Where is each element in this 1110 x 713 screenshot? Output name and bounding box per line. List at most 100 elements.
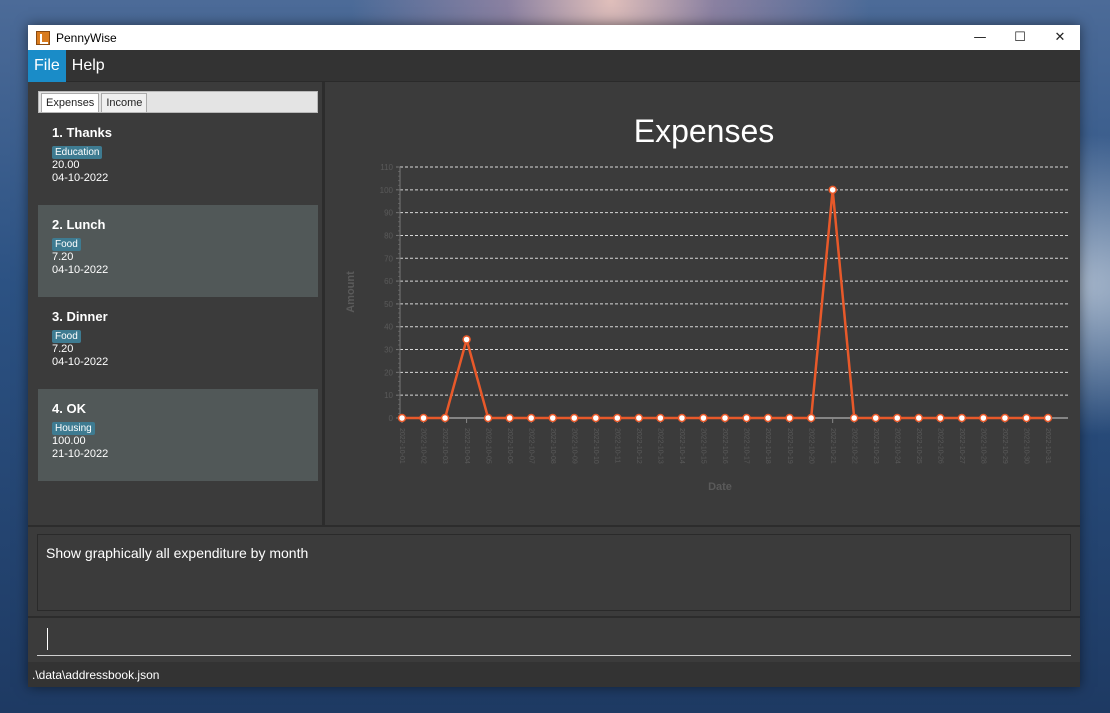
data-point (893, 413, 902, 423)
x-axis-label: Date (708, 481, 732, 493)
list-item[interactable]: 2. Lunch Food 7.20 04-10-2022 (38, 205, 318, 297)
data-point (871, 413, 880, 423)
chart-title: Expenses (634, 113, 775, 149)
x-tick-label: 2022-10-24 (893, 428, 900, 464)
status-bar: .\data\addressbook.json (28, 662, 1080, 687)
data-point (505, 413, 514, 423)
data-point (720, 413, 730, 423)
title-bar[interactable]: PennyWise — ☐ ✕ (28, 25, 1080, 50)
list-item[interactable]: 4. OK Housing 100.00 21-10-2022 (38, 389, 318, 481)
command-box (28, 616, 1080, 662)
app-logo-icon (36, 30, 50, 45)
entry-title: 1. Thanks (52, 125, 112, 140)
entry-tag: Food (52, 330, 81, 343)
data-point (785, 413, 794, 423)
list-item[interactable]: 3. Dinner Food 7.20 04-10-2022 (38, 297, 318, 389)
x-tick-label: 2022-10-22 (850, 428, 857, 464)
data-point (763, 413, 773, 423)
entry-amount: 7.20 (52, 251, 74, 263)
data-point (1000, 413, 1010, 423)
tab-expenses[interactable]: Expenses (41, 93, 100, 112)
minimize-button[interactable]: — (960, 25, 1000, 50)
entry-tag: Food (52, 238, 81, 251)
status-file-path: .\data\addressbook.json (32, 667, 160, 682)
x-tick-label: 2022-10-25 (915, 428, 922, 464)
entry-title: 2. Lunch (52, 217, 106, 232)
data-point (634, 413, 644, 423)
entry-title: 3. Dinner (52, 309, 108, 324)
data-point (1043, 413, 1053, 423)
data-point (677, 413, 687, 423)
tab-income[interactable]: Income (101, 93, 148, 112)
x-tick-label: 2022-10-20 (807, 428, 814, 464)
x-tick-label: 2022-10-31 (1044, 428, 1051, 464)
data-point (742, 413, 751, 423)
data-point (957, 413, 967, 423)
y-tick-label: 50 (384, 300, 393, 309)
data-point (526, 413, 536, 423)
x-tick-label: 2022-10-28 (980, 428, 987, 464)
data-point (936, 413, 945, 423)
data-point (613, 413, 622, 423)
x-tick-label: 2022-10-02 (420, 428, 427, 464)
y-tick-label: 30 (384, 346, 393, 355)
entry-list-panel: Expenses Income 1. Thanks Education 20.0… (28, 82, 325, 525)
entry-amount: 20.00 (52, 159, 80, 171)
entry-date: 21-10-2022 (52, 448, 109, 460)
data-point (699, 413, 708, 423)
command-input[interactable] (37, 622, 1071, 656)
result-box-inner[interactable]: Show graphically all expenditure by mont… (37, 534, 1071, 611)
x-tick-label: 2022-10-16 (721, 428, 728, 464)
x-tick-label: 2022-10-23 (872, 428, 879, 464)
expenses-line-chart: Expenses 0 10 20 30 40 50 60 70 80 90 100 110 Amount 2… (345, 113, 1068, 493)
data-point (656, 413, 665, 423)
y-axis-label: Amount (345, 271, 357, 313)
maximize-button[interactable]: ☐ (1000, 25, 1040, 50)
menu-help[interactable]: Help (66, 50, 111, 82)
menu-file[interactable]: File (28, 49, 66, 82)
entry-title: 4. OK (52, 401, 86, 416)
data-point (849, 413, 859, 423)
x-tick-label: 2022-10-06 (506, 428, 513, 464)
x-tick-label: 2022-10-14 (678, 428, 685, 464)
entry-date: 04-10-2022 (52, 172, 109, 184)
data-point (828, 185, 837, 195)
data-point (979, 413, 988, 423)
list-item[interactable]: 1. Thanks Education 20.00 04-10-2022 (38, 113, 318, 205)
y-tick-label: 100 (380, 186, 394, 195)
x-tick-label: 2022-10-21 (829, 428, 836, 464)
x-tick-label: 2022-10-26 (936, 428, 943, 464)
data-point (914, 413, 924, 423)
window-title: PennyWise (56, 30, 117, 45)
x-tick-label: 2022-10-03 (441, 428, 448, 464)
chart-panel: Expenses 0 10 20 30 40 50 60 70 80 90 100 110 Amount 2… (328, 82, 1080, 525)
app-window: PennyWise — ☐ ✕ File Help Expenses Incom… (28, 25, 1080, 687)
x-tick-label: 2022-10-19 (786, 428, 793, 464)
menu-bar: File Help (28, 49, 1080, 82)
window-controls: — ☐ ✕ (960, 25, 1080, 50)
x-tick-label: 2022-10-27 (958, 428, 965, 464)
y-tick-label: 40 (384, 323, 393, 332)
y-tick-label: 0 (389, 414, 394, 423)
data-point (1022, 413, 1031, 423)
close-button[interactable]: ✕ (1040, 25, 1080, 50)
x-tick-label: 2022-10-04 (463, 428, 470, 464)
result-display: Show graphically all expenditure by mont… (28, 525, 1080, 614)
y-tick-label: 90 (384, 209, 393, 218)
data-point (806, 413, 816, 423)
x-tick-label: 2022-10-09 (570, 428, 577, 464)
y-tick-label: 80 (384, 231, 393, 240)
x-tick-label: 2022-10-07 (527, 428, 534, 464)
x-tick-label: 2022-10-13 (657, 428, 664, 464)
y-tick-label: 20 (384, 368, 393, 377)
entry-amount: 100.00 (52, 435, 86, 447)
x-tick-label: 2022-10-18 (764, 428, 771, 464)
x-tick-label: 2022-10-01 (398, 428, 405, 464)
x-tick-label: 2022-10-12 (635, 428, 642, 464)
x-tick-label: 2022-10-10 (592, 428, 599, 464)
y-tick-label: 70 (384, 254, 393, 263)
main-area: Expenses Income 1. Thanks Education 20.0… (28, 82, 1080, 525)
data-point (483, 413, 493, 423)
data-point (397, 413, 407, 423)
entry-list: 1. Thanks Education 20.00 04-10-2022 2. … (38, 113, 318, 481)
